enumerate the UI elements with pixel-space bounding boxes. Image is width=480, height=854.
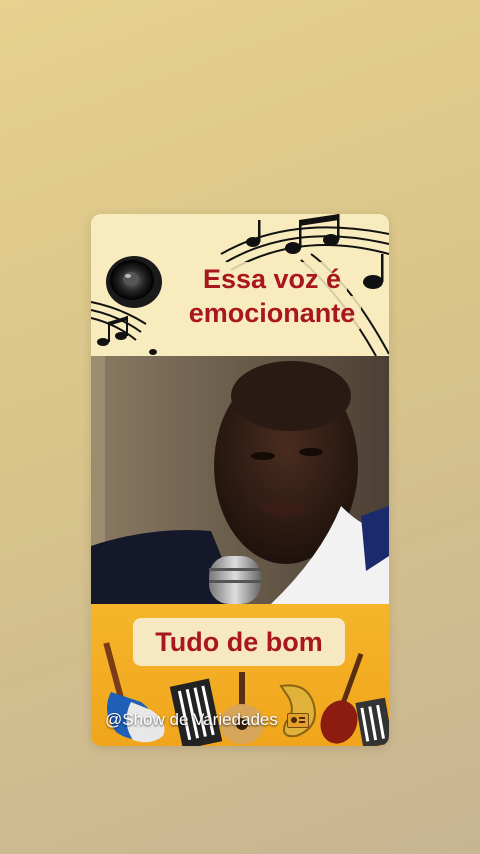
video-card: Essa voz é emocionante Tudo de bom @Show… xyxy=(91,214,389,746)
headline-line-2: emocionante xyxy=(182,296,362,330)
top-banner: Essa voz é emocionante xyxy=(91,214,389,356)
video-frame xyxy=(91,356,389,604)
watermark-handle: @Show de Variedades xyxy=(105,710,309,730)
watermark-text: @Show de Variedades xyxy=(105,710,278,729)
headline: Essa voz é emocionante xyxy=(155,262,389,330)
headline-line-1: Essa voz é xyxy=(196,262,348,296)
radio-icon xyxy=(286,713,309,729)
singer-image xyxy=(91,356,389,604)
bottom-banner: Tudo de bom @Show de Variedades xyxy=(91,604,389,746)
caption-label: Tudo de bom xyxy=(133,618,345,666)
